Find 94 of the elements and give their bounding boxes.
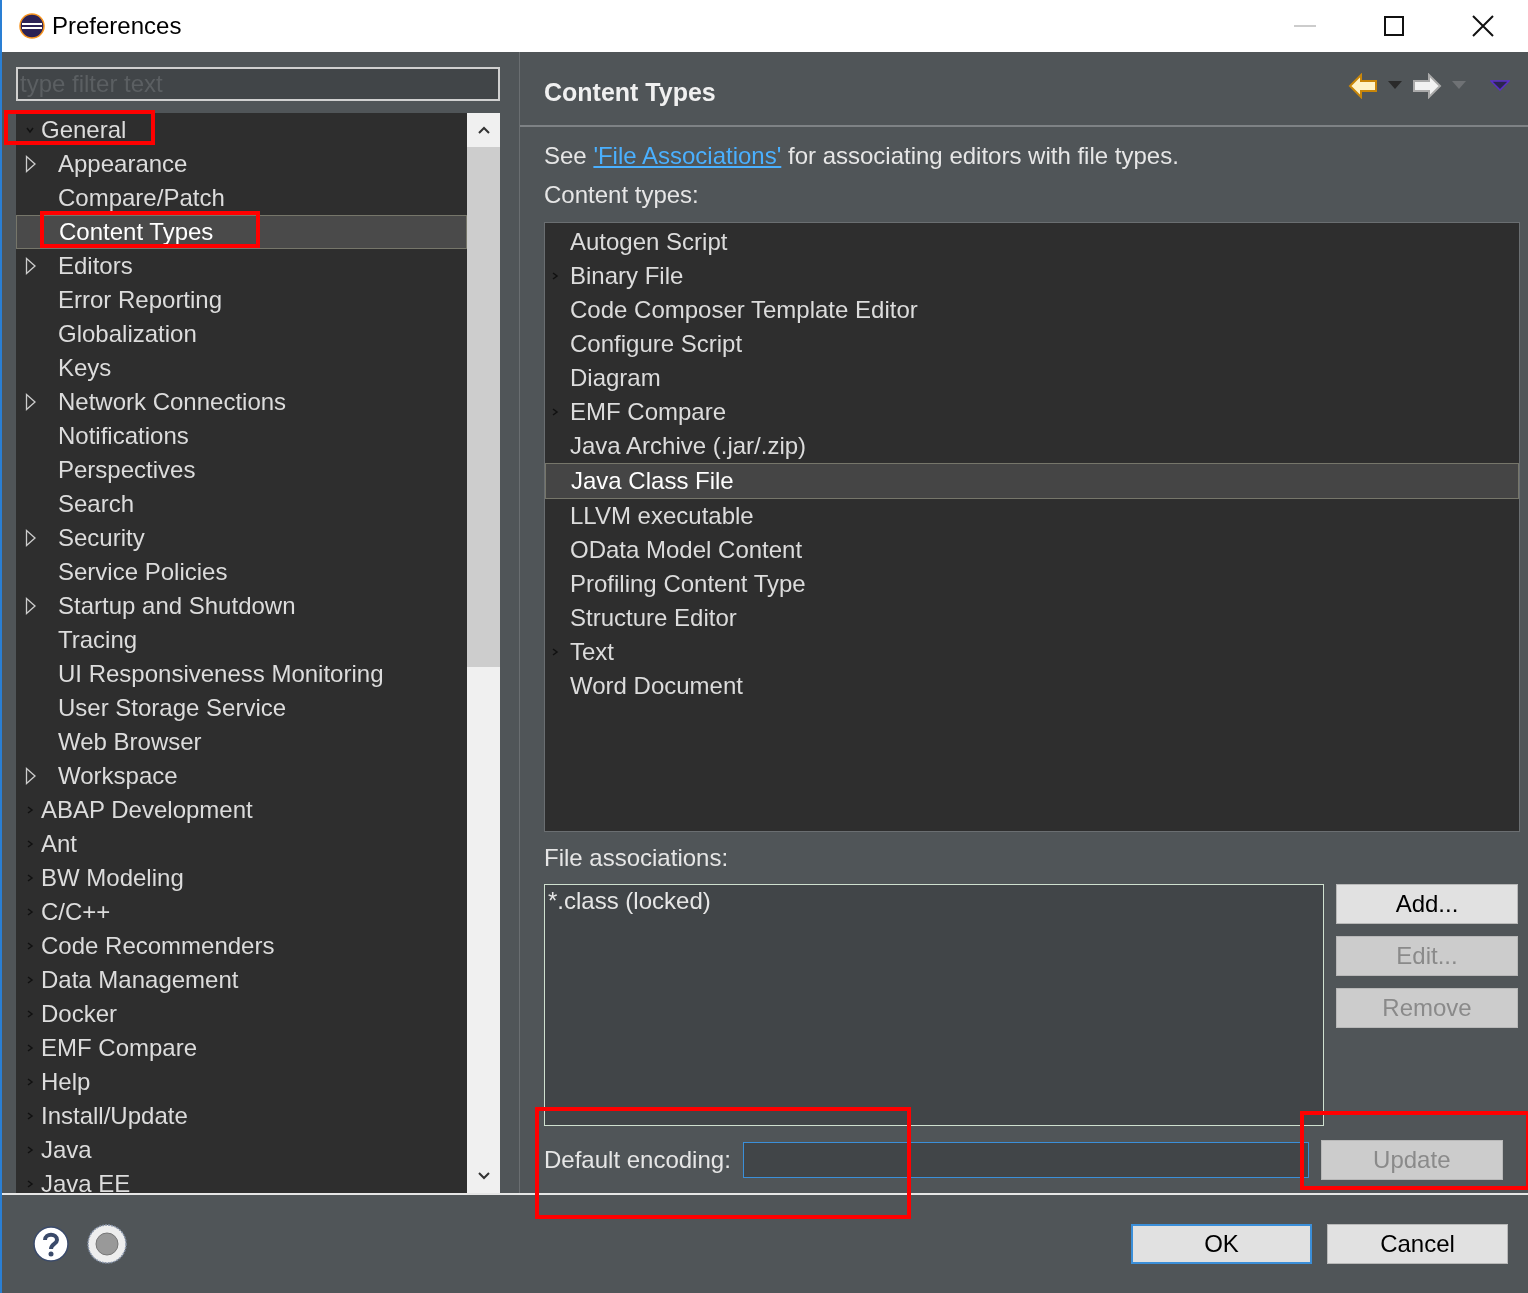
dialog-button[interactable]: Cancel [1327, 1224, 1508, 1264]
tree-item[interactable]: Java [16, 1133, 467, 1167]
list-item[interactable]: Structure Editor [545, 601, 1519, 635]
expand-triangle-icon[interactable] [25, 155, 37, 173]
chevron-icon[interactable] [25, 873, 35, 883]
tree-item[interactable]: Globalization [16, 317, 467, 351]
chevron-icon[interactable] [25, 1145, 35, 1155]
tree-item[interactable]: Tracing [16, 623, 467, 657]
expand-triangle-icon[interactable] [25, 393, 37, 411]
tree-item[interactable]: Perspectives [16, 453, 467, 487]
chevron-icon[interactable] [551, 271, 559, 281]
dialog-button[interactable]: Add... [1336, 884, 1518, 924]
expand-triangle-icon[interactable] [25, 529, 37, 547]
list-item[interactable]: EMF Compare [545, 395, 1519, 429]
chevron-icon[interactable] [551, 647, 559, 657]
tree-item[interactable]: BW Modeling [16, 861, 467, 895]
list-item[interactable]: Binary File [545, 259, 1519, 293]
tree-item[interactable]: Code Recommenders [16, 929, 467, 963]
chevron-icon[interactable] [25, 125, 35, 135]
dropdown-icon[interactable] [1452, 81, 1466, 90]
chevron-icon[interactable] [551, 407, 559, 417]
tree-item[interactable]: Security [16, 521, 467, 555]
list-item[interactable]: Word Document [545, 669, 1519, 703]
list-item[interactable]: Code Composer Template Editor [545, 293, 1519, 327]
list-item[interactable]: Diagram [545, 361, 1519, 395]
scroll-thumb[interactable] [467, 147, 500, 667]
tree-item[interactable]: Java EE [16, 1167, 467, 1193]
dialog-button[interactable]: OK [1131, 1224, 1312, 1264]
tree-item[interactable]: Search [16, 487, 467, 521]
tree-item[interactable]: Compare/Patch [16, 181, 467, 215]
forward-arrow-icon[interactable] [1412, 72, 1442, 99]
encoding-field[interactable] [742, 1142, 1309, 1178]
list-item[interactable]: Configure Script [545, 327, 1519, 361]
chevron-icon[interactable] [25, 907, 35, 917]
chevron-icon[interactable] [25, 1111, 35, 1121]
tree-item[interactable]: Error Reporting [16, 283, 467, 317]
app-logo-icon [18, 12, 46, 40]
tree-item[interactable]: Data Management [16, 963, 467, 997]
close-icon[interactable] [1472, 15, 1494, 37]
tree-item[interactable]: Docker [16, 997, 467, 1031]
scrollbar[interactable] [467, 113, 500, 1193]
tree-item[interactable]: User Storage Service [16, 691, 467, 725]
tree-item[interactable]: Startup and Shutdown [16, 589, 467, 623]
back-arrow-icon[interactable] [1348, 72, 1378, 99]
tree-item[interactable]: Content Types [16, 215, 467, 249]
tree-item[interactable]: Web Browser [16, 725, 467, 759]
dropdown-icon[interactable] [1388, 81, 1402, 90]
list-item[interactable]: Java Archive (.jar/.zip) [545, 429, 1519, 463]
chevron-icon[interactable] [25, 839, 35, 849]
list-item[interactable]: Text [545, 635, 1519, 669]
page-title: Content Types [544, 78, 716, 107]
tree-item[interactable]: Editors [16, 249, 467, 283]
tree-item[interactable]: Appearance [16, 147, 467, 181]
tree-item[interactable]: General [16, 113, 467, 147]
window-title: Preferences [52, 12, 182, 40]
list-item[interactable]: *.class (locked) [545, 885, 1323, 917]
chevron-icon[interactable] [25, 805, 35, 815]
content-types-label: Content types: [544, 180, 700, 210]
tree-item[interactable]: Network Connections [16, 385, 467, 419]
expand-triangle-icon[interactable] [25, 767, 37, 785]
tree-item[interactable]: ABAP Development [16, 793, 467, 827]
chevron-icon[interactable] [25, 1077, 35, 1087]
maximize-icon[interactable] [1384, 16, 1404, 36]
chevron-icon[interactable] [25, 1179, 35, 1189]
list-item[interactable]: Profiling Content Type [545, 567, 1519, 601]
tree-item[interactable]: Ant [16, 827, 467, 861]
help-icon[interactable] [32, 1225, 70, 1263]
tree-item[interactable]: UI Responsiveness Monitoring [16, 657, 467, 691]
list-item[interactable]: Autogen Script [545, 225, 1519, 259]
tree-item[interactable]: Keys [16, 351, 467, 385]
file-associations-label: File associations: [544, 843, 730, 873]
tree-item[interactable]: Service Policies [16, 555, 467, 589]
tree-item[interactable]: C/C++ [16, 895, 467, 929]
default-encoding-label: Default encoding: [544, 1145, 731, 1175]
chevron-icon[interactable] [25, 975, 35, 985]
expand-triangle-icon[interactable] [25, 257, 37, 275]
view-menu-icon[interactable] [1490, 80, 1510, 91]
expand-triangle-icon[interactable] [25, 597, 37, 615]
chevron-icon[interactable] [25, 1009, 35, 1019]
tree-item[interactable]: Help [16, 1065, 467, 1099]
tree-item[interactable]: Install/Update [16, 1099, 467, 1133]
minimize-icon[interactable] [1294, 24, 1316, 28]
tree-item[interactable]: Workspace [16, 759, 467, 793]
tree-item[interactable]: Notifications [16, 419, 467, 453]
scroll-down-icon[interactable] [476, 1171, 491, 1181]
list-item[interactable]: Java Class File [545, 463, 1519, 499]
list-item[interactable]: LLVM executable [545, 499, 1519, 533]
tree-item[interactable]: EMF Compare [16, 1031, 467, 1065]
scroll-up-icon[interactable] [476, 125, 491, 135]
intro-text: See 'File Associations' for associating editors with file types. [544, 141, 1180, 171]
record-icon[interactable] [86, 1223, 128, 1265]
chevron-icon[interactable] [25, 1043, 35, 1053]
chevron-icon[interactable] [25, 941, 35, 951]
list-item[interactable]: OData Model Content [545, 533, 1519, 567]
